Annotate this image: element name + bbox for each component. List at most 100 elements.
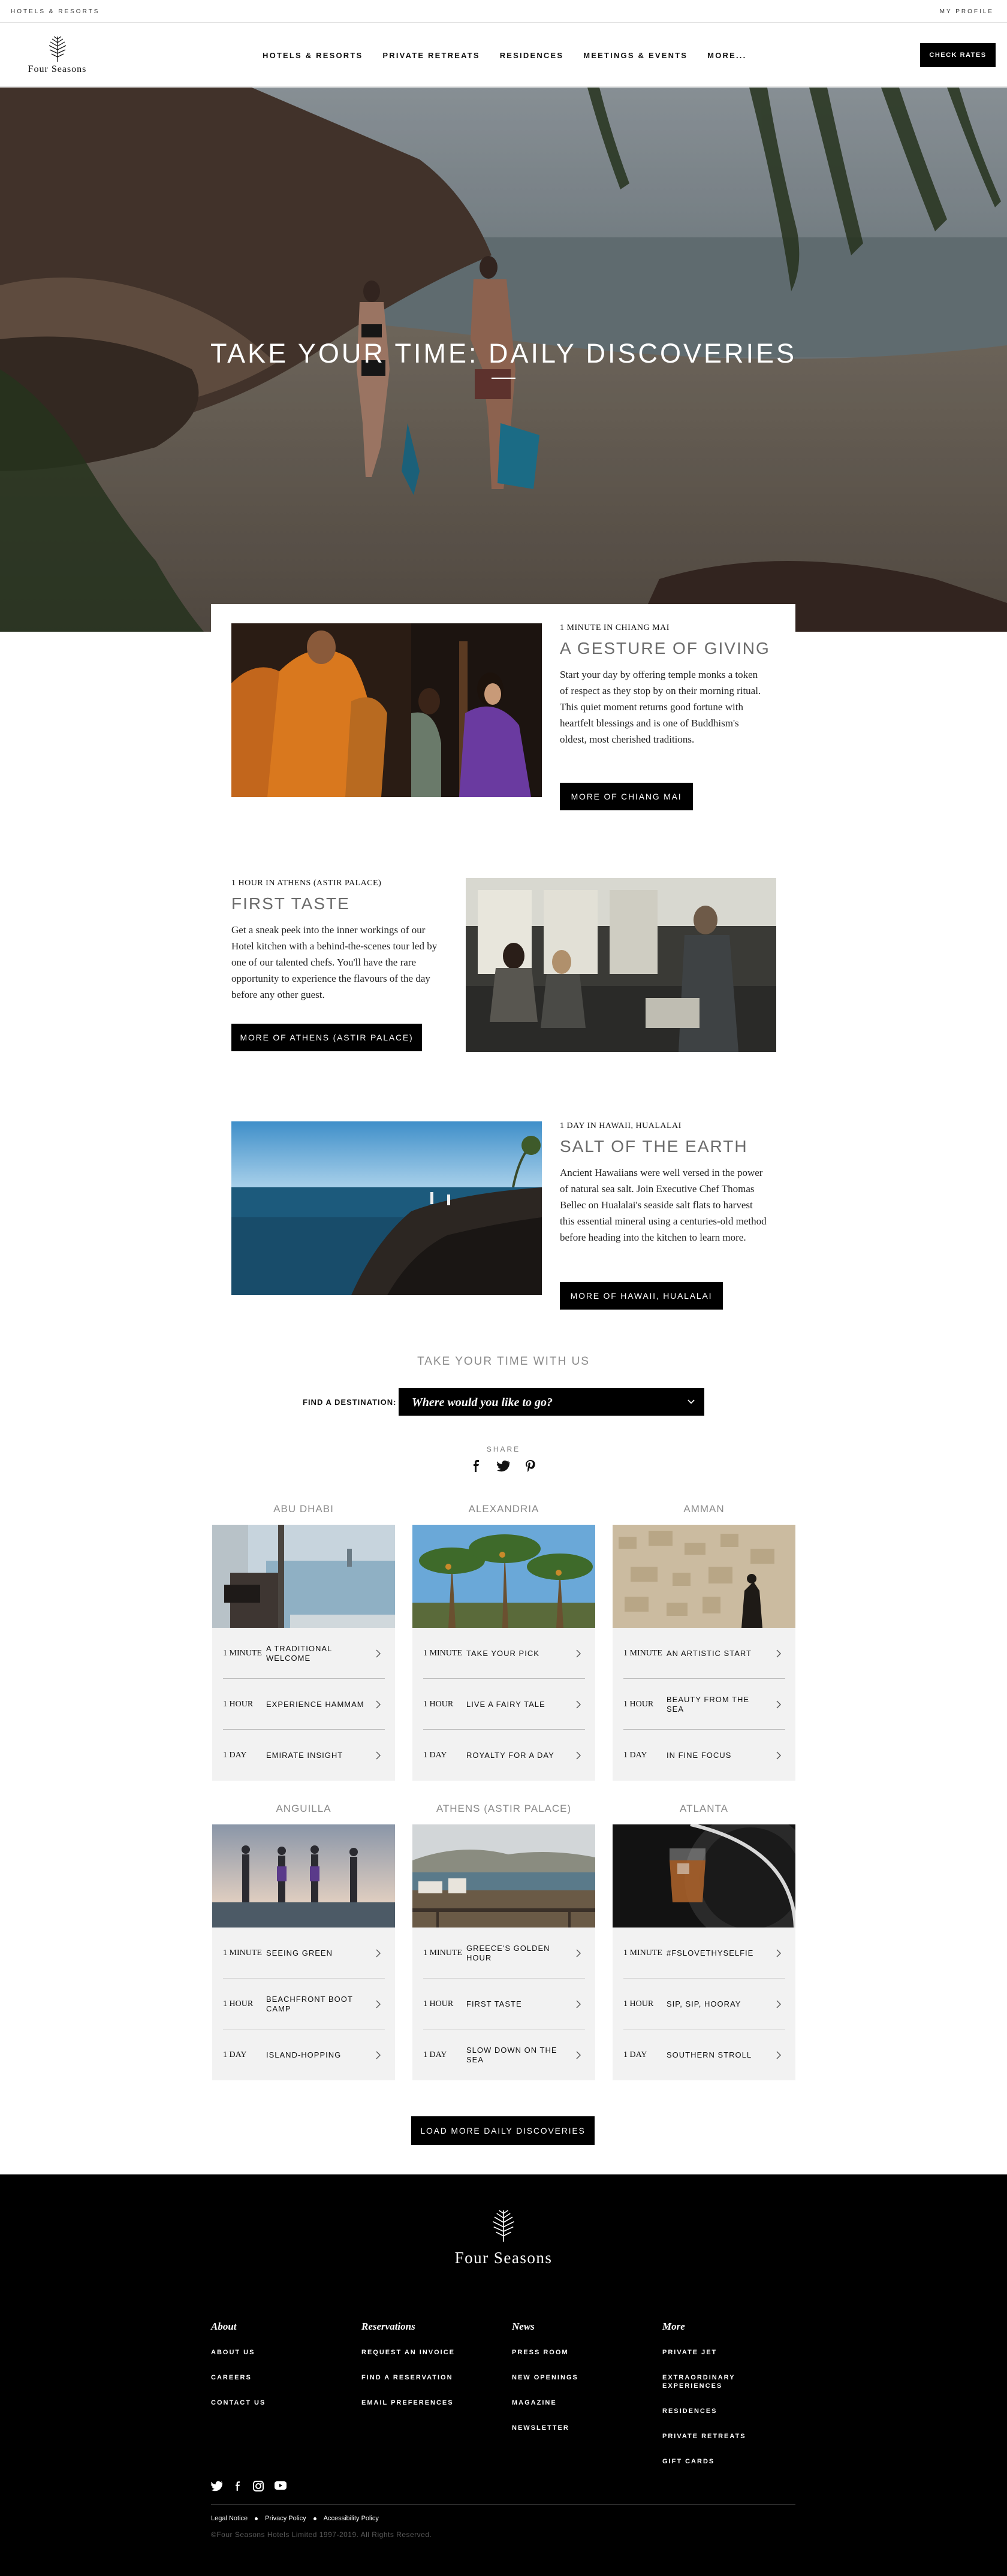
discovery-item[interactable]: 1 MINUTE AN ARTISTIC START <box>623 1628 785 1679</box>
discovery-item[interactable]: 1 DAY EMIRATE INSIGHT <box>223 1730 385 1781</box>
discovery-item[interactable]: 1 DAY SOUTHERN STROLL <box>623 2029 785 2080</box>
chevron-right-icon <box>376 2051 381 2059</box>
discovery-name: BEACHFRONT BOOT CAMP <box>266 1994 353 2013</box>
discovery-item[interactable]: 1 MINUTE TAKE YOUR PICK <box>423 1628 585 1679</box>
discovery-item[interactable]: 1 HOUR LIVE A FAIRY TALE <box>423 1679 585 1730</box>
destination-title: ALEXANDRIA <box>468 1503 539 1515</box>
more-hualalai-button[interactable]: MORE OF HAWAII, HUALALAI <box>560 1282 723 1310</box>
footer-link-newsletter[interactable]: NEWSLETTER <box>512 2424 578 2432</box>
footer-logo[interactable]: Four Seasons <box>436 2206 571 2267</box>
share-label: SHARE <box>486 1445 521 1453</box>
discovery-item[interactable]: 1 HOUR FIRST TASTE <box>423 1978 585 2029</box>
nav-private-retreats[interactable]: PRIVATE RETREATS <box>382 51 480 62</box>
chevron-right-icon <box>376 1949 381 1957</box>
footer-link-press-room[interactable]: PRESS ROOM <box>512 2348 578 2357</box>
discovery-duration: 1 DAY <box>223 1750 247 1760</box>
discovery-item[interactable]: 1 HOUR SIP, SIP, HOORAY <box>623 1978 785 2029</box>
discovery-duration: 1 MINUTE <box>623 1648 662 1658</box>
footer-link-request-invoice[interactable]: REQUEST AN INVOICE <box>361 2348 455 2357</box>
footer-link-about-us[interactable]: ABOUT US <box>211 2348 266 2357</box>
footer-link-magazine[interactable]: MAGAZINE <box>512 2399 578 2407</box>
footer-social-links <box>211 2481 289 2493</box>
discovery-duration: 1 DAY <box>223 2050 247 2059</box>
footer-link-private-jet[interactable]: PRIVATE JET <box>662 2348 746 2357</box>
facebook-icon[interactable] <box>471 1460 482 1472</box>
discovery-name: FIRST TASTE <box>466 1999 522 2008</box>
twitter-icon[interactable] <box>211 2481 223 2491</box>
discovery-name: AN ARTISTIC START <box>667 1648 752 1658</box>
my-profile-link[interactable]: MY PROFILE <box>940 8 994 15</box>
separator-dot <box>313 2517 316 2520</box>
load-more-button[interactable]: LOAD MORE DAILY DISCOVERIES <box>411 2116 595 2145</box>
discovery-item[interactable]: 1 HOUR BEAUTY FROM THE SEA <box>623 1679 785 1730</box>
hotels-resorts-link[interactable]: HOTELS & RESORTS <box>11 8 100 15</box>
discovery-item[interactable]: 1 DAY IN FINE FOCUS <box>623 1730 785 1781</box>
nav-hotels-resorts[interactable]: HOTELS & RESORTS <box>263 51 363 62</box>
discovery-item[interactable]: 1 DAY SLOW DOWN ON THE SEA <box>423 2029 585 2080</box>
youtube-icon[interactable] <box>275 2481 287 2490</box>
discovery-duration: 1 MINUTE <box>423 1948 462 1957</box>
discovery-duration: 1 HOUR <box>623 1699 654 1709</box>
footer-link-contact-us[interactable]: CONTACT US <box>211 2399 266 2407</box>
chevron-right-icon <box>776 1649 781 1658</box>
discovery-item[interactable]: 1 DAY ROYALTY FOR A DAY <box>423 1730 585 1781</box>
chevron-right-icon <box>376 1751 381 1760</box>
more-chiang-mai-button[interactable]: MORE OF CHIANG MAI <box>560 783 693 810</box>
discovery-name: ISLAND-HOPPING <box>266 2050 342 2059</box>
discovery-name: SEEING GREEN <box>266 1948 333 1957</box>
discovery-duration: 1 HOUR <box>423 1699 454 1709</box>
tree-logo-icon <box>493 2210 514 2242</box>
instagram-icon[interactable] <box>253 2481 264 2491</box>
pinterest-icon[interactable] <box>525 1460 536 1472</box>
facebook-icon[interactable] <box>234 2481 242 2491</box>
chevron-right-icon <box>776 1949 781 1957</box>
discovery-name: SIP, SIP, HOORAY <box>667 1999 741 2008</box>
destination-image <box>412 1824 595 1928</box>
discovery-list: 1 MINUTE SEEING GREEN 1 HOUR BEACHFRONT BO… <box>212 1928 395 2080</box>
hero-divider <box>492 378 515 379</box>
more-athens-button[interactable]: MORE OF ATHENS (ASTIR PALACE) <box>231 1024 422 1051</box>
destination-image <box>613 1525 795 1628</box>
story-body: Ancient Hawaiians were well versed in th… <box>560 1167 767 1243</box>
legal-notice-link[interactable]: Legal Notice <box>211 2515 248 2522</box>
destination-image <box>412 1525 595 1628</box>
discovery-duration: 1 MINUTE <box>223 1648 262 1658</box>
nav-residences[interactable]: RESIDENCES <box>500 51 564 62</box>
discovery-name: LIVE A FAIRY TALE <box>466 1699 545 1709</box>
footer-link-residences[interactable]: RESIDENCES <box>662 2407 746 2415</box>
discovery-duration: 1 MINUTE <box>423 1648 462 1658</box>
discovery-list: 1 MINUTE AN ARTISTIC START 1 HOUR BEAUTY F… <box>613 1628 795 1781</box>
discovery-item[interactable]: 1 MINUTE GREECE'S GOLDEN HOUR <box>423 1928 585 1978</box>
nav-meetings-events[interactable]: MEETINGS & EVENTS <box>583 51 688 62</box>
discovery-item[interactable]: 1 HOUR EXPERIENCE HAMMAM <box>223 1679 385 1730</box>
footer-link-find-reservation[interactable]: FIND A RESERVATION <box>361 2373 455 2382</box>
footer-link-extraordinary-experiences[interactable]: EXTRAORDINARY EXPERIENCES <box>662 2373 746 2390</box>
story-body: Start your day by offering temple monks … <box>560 669 761 745</box>
discovery-item[interactable]: 1 MINUTE SEEING GREEN <box>223 1928 385 1978</box>
footer-link-new-openings[interactable]: NEW OPENINGS <box>512 2373 578 2382</box>
chevron-right-icon <box>376 1649 381 1658</box>
footer-link-gift-cards[interactable]: GIFT CARDS <box>662 2457 746 2466</box>
story-image-chiang-mai <box>231 623 542 797</box>
four-seasons-logo[interactable]: Four Seasons <box>11 34 104 79</box>
hero-title: TAKE YOUR TIME: DAILY DISCOVERIES <box>210 338 797 369</box>
footer-link-private-retreats[interactable]: PRIVATE RETREATS <box>662 2432 746 2441</box>
discovery-item[interactable]: 1 MINUTE #FSLOVETHYSELFIE <box>623 1928 785 1978</box>
destination-select[interactable]: Where would you like to go? <box>399 1388 704 1416</box>
footer-link-careers[interactable]: CAREERS <box>211 2373 266 2382</box>
utility-bar: HOTELS & RESORTS MY PROFILE <box>0 0 1007 23</box>
discovery-name: EXPERIENCE HAMMAM <box>266 1699 364 1709</box>
chevron-right-icon <box>576 2051 581 2059</box>
accessibility-policy-link[interactable]: Accessibility Policy <box>324 2515 379 2522</box>
footer-link-email-preferences[interactable]: EMAIL PREFERENCES <box>361 2399 455 2407</box>
discovery-item[interactable]: 1 HOUR BEACHFRONT BOOT CAMP <box>223 1978 385 2029</box>
take-your-time-heading: TAKE YOUR TIME WITH US <box>417 1355 590 1368</box>
discovery-item[interactable]: 1 MINUTE A TRADITIONAL WELCOME <box>223 1628 385 1679</box>
discovery-item[interactable]: 1 DAY ISLAND-HOPPING <box>223 2029 385 2080</box>
twitter-icon[interactable] <box>497 1460 510 1472</box>
nav-more[interactable]: MORE... <box>707 51 746 62</box>
check-rates-button[interactable]: CHECK RATES <box>920 43 996 67</box>
footer-col-news: News PRESS ROOM NEW OPENINGS MAGAZINE NE… <box>512 2321 578 2449</box>
privacy-policy-link[interactable]: Privacy Policy <box>265 2515 306 2522</box>
copyright-text: ©Four Seasons Hotels Limited 1997-2019. … <box>211 2530 432 2539</box>
